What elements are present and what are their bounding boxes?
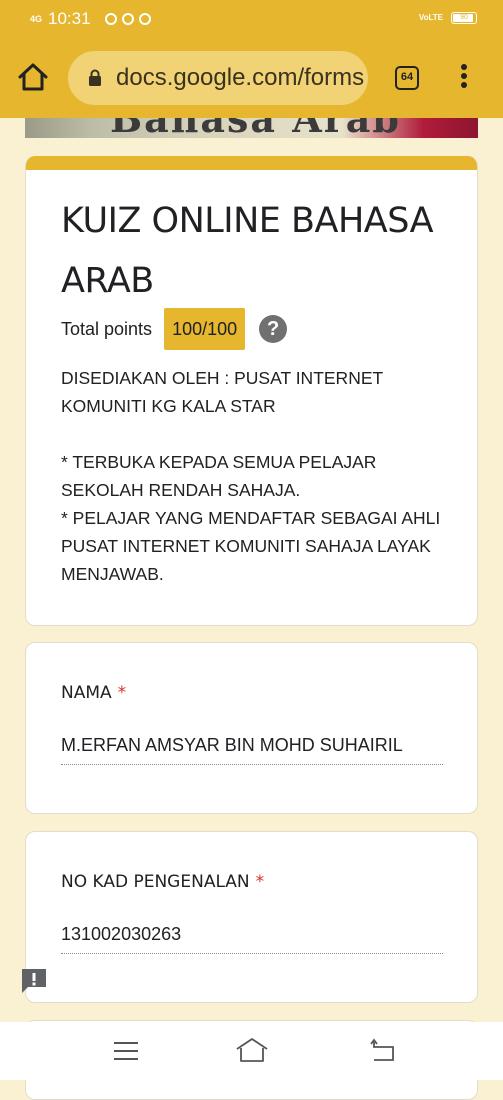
battery-level: 90 [460, 14, 468, 21]
home-icon[interactable] [16, 60, 50, 94]
app-icon [138, 13, 151, 25]
volte-indicator: VoLTE [418, 13, 443, 22]
banner-text: Bahasa Arab [110, 118, 401, 138]
points-badge: 100/100 [164, 308, 246, 350]
form-header-card: KUIZ ONLINE BAHASA ARAB Total points 100… [25, 156, 478, 626]
required-marker: * [255, 872, 265, 892]
status-left: 4G 10:31 [30, 9, 151, 29]
tab-switcher-button[interactable]: 64 [395, 66, 419, 90]
form-header-image: Bahasa Arab [25, 118, 478, 138]
network-indicator: 4G [30, 13, 43, 24]
description-line: * TERBUKA KEPADA SEMUA PELAJAR SEKOLAH R… [61, 452, 377, 500]
question-label: NO KAD PENGENALAN * [61, 872, 265, 892]
status-bar: 4G 10:31 VoLTE 90 [0, 0, 503, 38]
back-icon[interactable] [370, 1038, 396, 1062]
points-row: Total points 100/100 ? [61, 308, 288, 350]
browser-toolbar: docs.google.com/forms 64 [0, 38, 503, 118]
report-icon[interactable] [19, 966, 49, 996]
nav-home-icon[interactable] [235, 1036, 269, 1064]
form-title: KUIZ ONLINE BAHASA ARAB [61, 201, 434, 301]
card-accent-bar [26, 156, 477, 170]
messenger-icon [121, 13, 134, 25]
url-text: docs.google.com/forms [116, 64, 365, 91]
recent-apps-icon[interactable] [114, 1042, 138, 1060]
description-line: * PELAJAR YANG MENDAFTAR SEBAGAI AHLI PU… [61, 508, 441, 584]
clock: 10:31 [48, 9, 91, 28]
ic-answer-field[interactable]: 131002030263 [61, 924, 443, 954]
form-description: DISEDIAKAN OLEH : PUSAT INTERNET KOMUNIT… [61, 364, 451, 588]
address-bar[interactable]: docs.google.com/forms [68, 51, 368, 105]
description-line: DISEDIAKAN OLEH : PUSAT INTERNET KOMUNIT… [61, 368, 383, 416]
required-marker: * [117, 683, 127, 703]
question-card-ic: NO KAD PENGENALAN * 131002030263 [25, 831, 478, 1003]
more-options-icon[interactable] [458, 64, 470, 94]
whatsapp-icon [104, 13, 117, 25]
help-icon[interactable]: ? [259, 315, 288, 343]
notification-icons [104, 13, 151, 25]
question-card-name: NAMA * M.ERFAN AMSYAR BIN MOHD SUHAIRIL [25, 642, 478, 814]
question-label: NAMA * [61, 683, 127, 703]
points-label: Total points [61, 318, 153, 339]
name-answer-field[interactable]: M.ERFAN AMSYAR BIN MOHD SUHAIRIL [61, 735, 443, 765]
status-right: VoLTE 90 [419, 12, 477, 24]
system-nav-bar [0, 1022, 503, 1080]
battery-icon: 90 [451, 12, 477, 24]
lock-icon [89, 69, 101, 86]
